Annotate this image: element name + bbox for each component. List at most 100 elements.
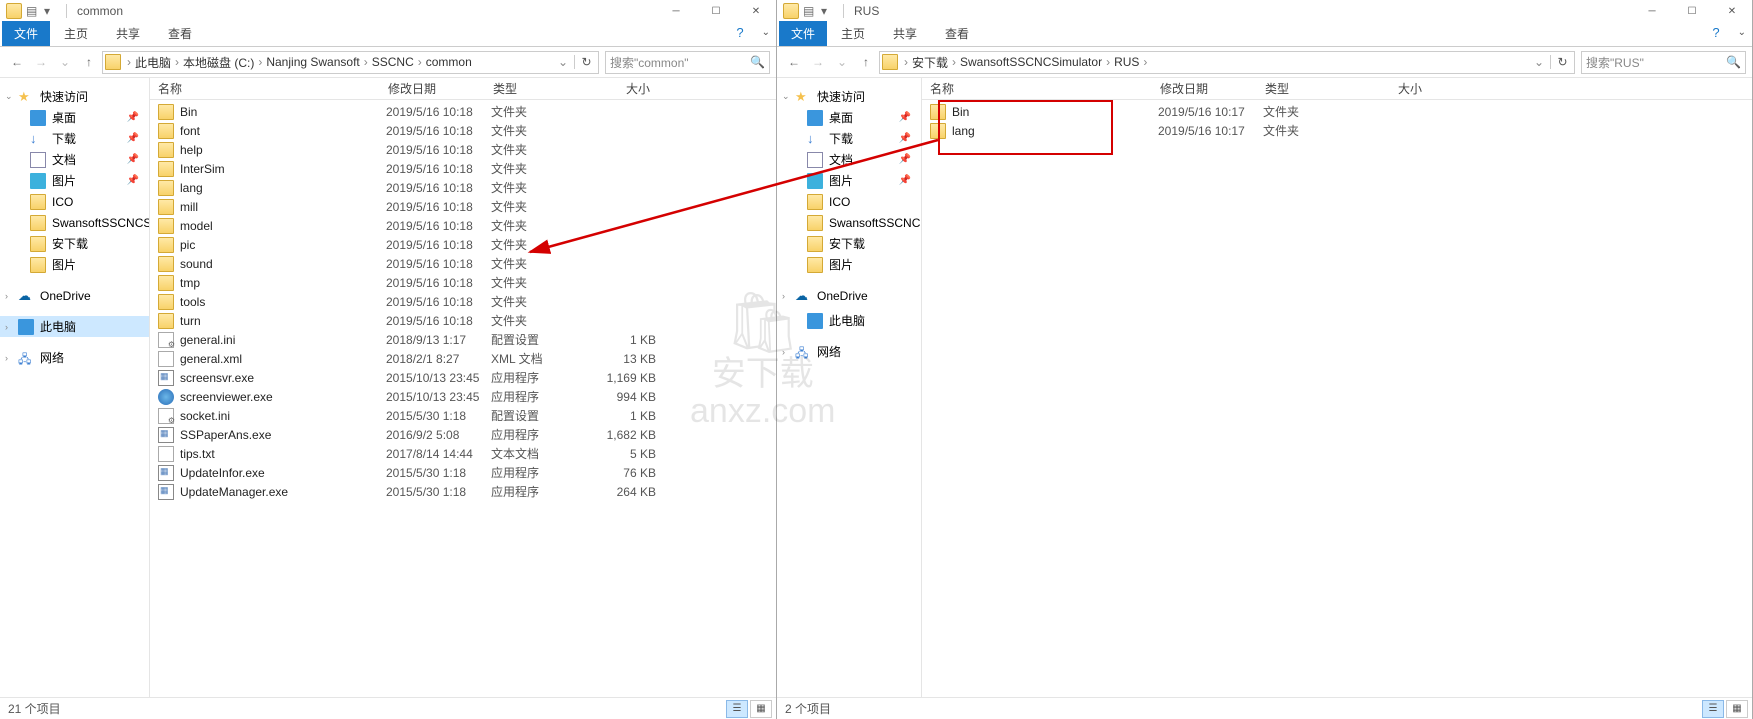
forward-button[interactable]: → — [30, 51, 52, 73]
col-name[interactable]: 名称 — [150, 80, 380, 97]
file-tab[interactable]: 文件 — [779, 21, 827, 46]
nav-anxia[interactable]: 安下载 — [0, 233, 149, 254]
minimize-button[interactable]: ─ — [656, 0, 696, 22]
nav-ico[interactable]: ICO — [777, 191, 921, 212]
crumb[interactable]: 本地磁盘 (C:) — [181, 52, 256, 73]
new-folder-icon[interactable]: ▾ — [821, 4, 835, 18]
nav-desktop[interactable]: 桌面📌 — [0, 107, 149, 128]
crumb[interactable]: 安下载 — [910, 52, 950, 73]
nav-downloads[interactable]: 下载📌 — [0, 128, 149, 149]
file-row[interactable]: mill2019/5/16 10:18文件夹 — [150, 197, 776, 216]
nav-network[interactable]: ›网络 — [0, 347, 149, 368]
maximize-button[interactable]: ☐ — [1672, 0, 1712, 22]
nav-ico[interactable]: ICO — [0, 191, 149, 212]
help-icon[interactable]: ? — [730, 22, 750, 40]
nav-anxia[interactable]: 安下载 — [777, 233, 921, 254]
nav-desktop[interactable]: 桌面📌 — [777, 107, 921, 128]
nav-documents[interactable]: 文档📌 — [0, 149, 149, 170]
crumb[interactable]: SwansoftSSCNCSimulator — [958, 53, 1104, 71]
properties-icon[interactable]: ▤ — [803, 4, 817, 18]
up-button[interactable]: ↑ — [78, 51, 100, 73]
search-box[interactable]: 搜索"common" 🔍 — [605, 51, 770, 74]
file-row[interactable]: lang2019/5/16 10:17文件夹 — [922, 121, 1752, 140]
file-row[interactable]: sound2019/5/16 10:18文件夹 — [150, 254, 776, 273]
nav-quick-access[interactable]: ⌄快速访问 — [0, 86, 149, 107]
nav-swansoft[interactable]: SwansoftSSCNC — [777, 212, 921, 233]
nav-network[interactable]: ›网络 — [777, 341, 921, 362]
share-tab[interactable]: 共享 — [102, 21, 154, 46]
file-tab[interactable]: 文件 — [2, 21, 50, 46]
view-tab[interactable]: 查看 — [931, 21, 983, 46]
details-view-button[interactable]: ☰ — [726, 700, 748, 718]
file-row[interactable]: SSPaperAns.exe2016/9/2 5:08应用程序1,682 KB — [150, 425, 776, 444]
search-box[interactable]: 搜索"RUS" 🔍 — [1581, 51, 1746, 74]
file-row[interactable]: tools2019/5/16 10:18文件夹 — [150, 292, 776, 311]
nav-this-pc[interactable]: 此电脑 — [777, 310, 921, 331]
ribbon-collapse-icon[interactable]: ⌄ — [762, 22, 770, 38]
file-row[interactable]: UpdateInfor.exe2015/5/30 1:18应用程序76 KB — [150, 463, 776, 482]
nav-onedrive[interactable]: ›OneDrive — [0, 285, 149, 306]
col-name[interactable]: 名称 — [922, 80, 1152, 97]
help-icon[interactable]: ? — [1706, 22, 1726, 40]
nav-tupian[interactable]: 图片 — [777, 254, 921, 275]
file-row[interactable]: tips.txt2017/8/14 14:44文本文档5 KB — [150, 444, 776, 463]
home-tab[interactable]: 主页 — [50, 21, 102, 46]
properties-icon[interactable]: ▤ — [26, 4, 40, 18]
share-tab[interactable]: 共享 — [879, 21, 931, 46]
maximize-button[interactable]: ☐ — [696, 0, 736, 22]
view-tab[interactable]: 查看 — [154, 21, 206, 46]
file-row[interactable]: model2019/5/16 10:18文件夹 — [150, 216, 776, 235]
file-row[interactable]: screensvr.exe2015/10/13 23:45应用程序1,169 K… — [150, 368, 776, 387]
file-row[interactable]: screenviewer.exe2015/10/13 23:45应用程序994 … — [150, 387, 776, 406]
new-folder-icon[interactable]: ▾ — [44, 4, 58, 18]
col-size[interactable]: 大小 — [1362, 80, 1432, 97]
col-type[interactable]: 类型 — [1257, 80, 1362, 97]
minimize-button[interactable]: ─ — [1632, 0, 1672, 22]
file-row[interactable]: pic2019/5/16 10:18文件夹 — [150, 235, 776, 254]
home-tab[interactable]: 主页 — [827, 21, 879, 46]
file-row[interactable]: general.xml2018/2/1 8:27XML 文档13 KB — [150, 349, 776, 368]
file-row[interactable]: Bin2019/5/16 10:17文件夹 — [922, 102, 1752, 121]
crumb[interactable]: Nanjing Swansoft — [264, 53, 361, 71]
col-date[interactable]: 修改日期 — [380, 80, 485, 97]
file-row[interactable]: socket.ini2015/5/30 1:18配置设置1 KB — [150, 406, 776, 425]
refresh-button[interactable]: ↻ — [1550, 55, 1574, 69]
nav-documents[interactable]: 文档📌 — [777, 149, 921, 170]
up-button[interactable]: ↑ — [855, 51, 877, 73]
file-row[interactable]: InterSim2019/5/16 10:18文件夹 — [150, 159, 776, 178]
col-size[interactable]: 大小 — [590, 80, 660, 97]
file-row[interactable]: font2019/5/16 10:18文件夹 — [150, 121, 776, 140]
crumb[interactable]: 此电脑 — [133, 52, 173, 73]
nav-this-pc[interactable]: ›此电脑 — [0, 316, 149, 337]
nav-downloads[interactable]: 下载📌 — [777, 128, 921, 149]
nav-swansoft[interactable]: SwansoftSSCNCSi — [0, 212, 149, 233]
file-row[interactable]: turn2019/5/16 10:18文件夹 — [150, 311, 776, 330]
back-button[interactable]: ← — [6, 51, 28, 73]
forward-button[interactable]: → — [807, 51, 829, 73]
recent-dropdown[interactable]: ⌄ — [54, 51, 76, 73]
nav-tupian[interactable]: 图片 — [0, 254, 149, 275]
col-date[interactable]: 修改日期 — [1152, 80, 1257, 97]
file-row[interactable]: general.ini2018/9/13 1:17配置设置1 KB — [150, 330, 776, 349]
col-type[interactable]: 类型 — [485, 80, 590, 97]
nav-pictures[interactable]: 图片📌 — [777, 170, 921, 191]
file-row[interactable]: help2019/5/16 10:18文件夹 — [150, 140, 776, 159]
thumbnails-view-button[interactable]: ▦ — [750, 700, 772, 718]
file-row[interactable]: UpdateManager.exe2015/5/30 1:18应用程序264 K… — [150, 482, 776, 501]
thumbnails-view-button[interactable]: ▦ — [1726, 700, 1748, 718]
nav-quick-access[interactable]: ⌄快速访问 — [777, 86, 921, 107]
file-row[interactable]: tmp2019/5/16 10:18文件夹 — [150, 273, 776, 292]
file-row[interactable]: lang2019/5/16 10:18文件夹 — [150, 178, 776, 197]
recent-dropdown[interactable]: ⌄ — [831, 51, 853, 73]
refresh-button[interactable]: ↻ — [574, 55, 598, 69]
nav-onedrive[interactable]: ›OneDrive — [777, 285, 921, 306]
address-bar[interactable]: › 安下载› SwansoftSSCNCSimulator› RUS› ⌄ ↻ — [879, 51, 1575, 74]
close-button[interactable]: ✕ — [1712, 0, 1752, 22]
back-button[interactable]: ← — [783, 51, 805, 73]
nav-pictures[interactable]: 图片📌 — [0, 170, 149, 191]
ribbon-collapse-icon[interactable]: ⌄ — [1738, 22, 1746, 38]
crumb[interactable]: common — [424, 53, 474, 71]
address-bar[interactable]: › 此电脑› 本地磁盘 (C:)› Nanjing Swansoft› SSCN… — [102, 51, 599, 74]
close-button[interactable]: ✕ — [736, 0, 776, 22]
crumb[interactable]: SSCNC — [370, 53, 416, 71]
